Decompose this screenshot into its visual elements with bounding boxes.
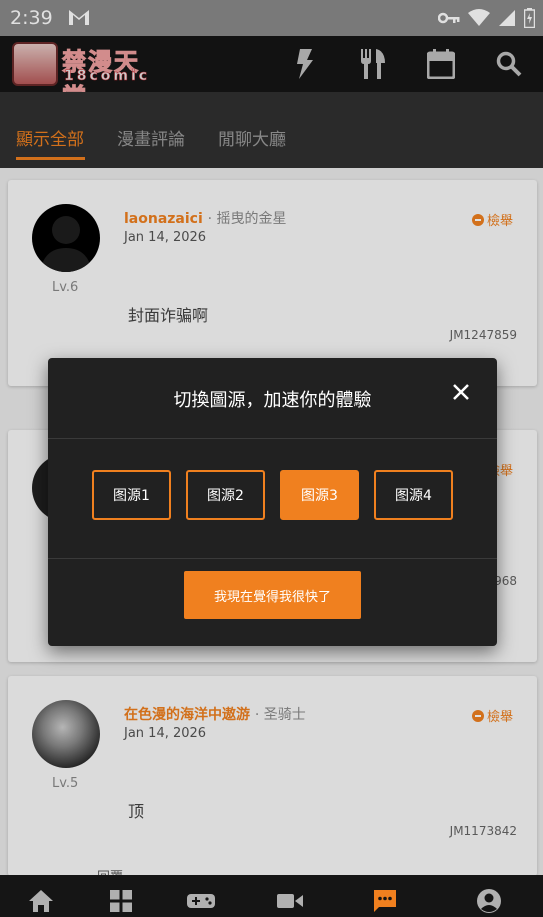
source-4-button[interactable]: 图源4	[374, 470, 453, 520]
source-1-button[interactable]: 图源1	[92, 470, 171, 520]
source-3-button[interactable]: 图源3	[280, 470, 359, 520]
video-camera-icon	[277, 894, 303, 908]
image-source-dialog: 切換圖源，加速你的體驗 图源1 图源2 图源3 图源4 我現在覺得我很快了	[48, 358, 497, 646]
dialog-title: 切換圖源，加速你的體驗	[173, 390, 372, 411]
nav-home[interactable]	[27, 887, 55, 915]
divider	[48, 558, 497, 559]
chat-bubble-icon	[374, 890, 396, 912]
divider	[48, 438, 497, 439]
nav-profile[interactable]	[475, 887, 503, 915]
nav-videos[interactable]	[276, 887, 304, 915]
close-icon[interactable]	[451, 382, 471, 402]
confirm-fast-button[interactable]: 我現在覺得我很快了	[184, 571, 361, 619]
nav-categories[interactable]	[107, 887, 135, 915]
source-2-button[interactable]: 图源2	[186, 470, 265, 520]
bottom-navigation	[0, 875, 543, 917]
grid-icon	[110, 890, 132, 912]
home-icon	[29, 890, 53, 912]
nav-comments[interactable]	[371, 887, 399, 915]
account-circle-icon	[477, 889, 501, 913]
gamepad-icon	[187, 894, 215, 908]
nav-games[interactable]	[187, 887, 215, 915]
